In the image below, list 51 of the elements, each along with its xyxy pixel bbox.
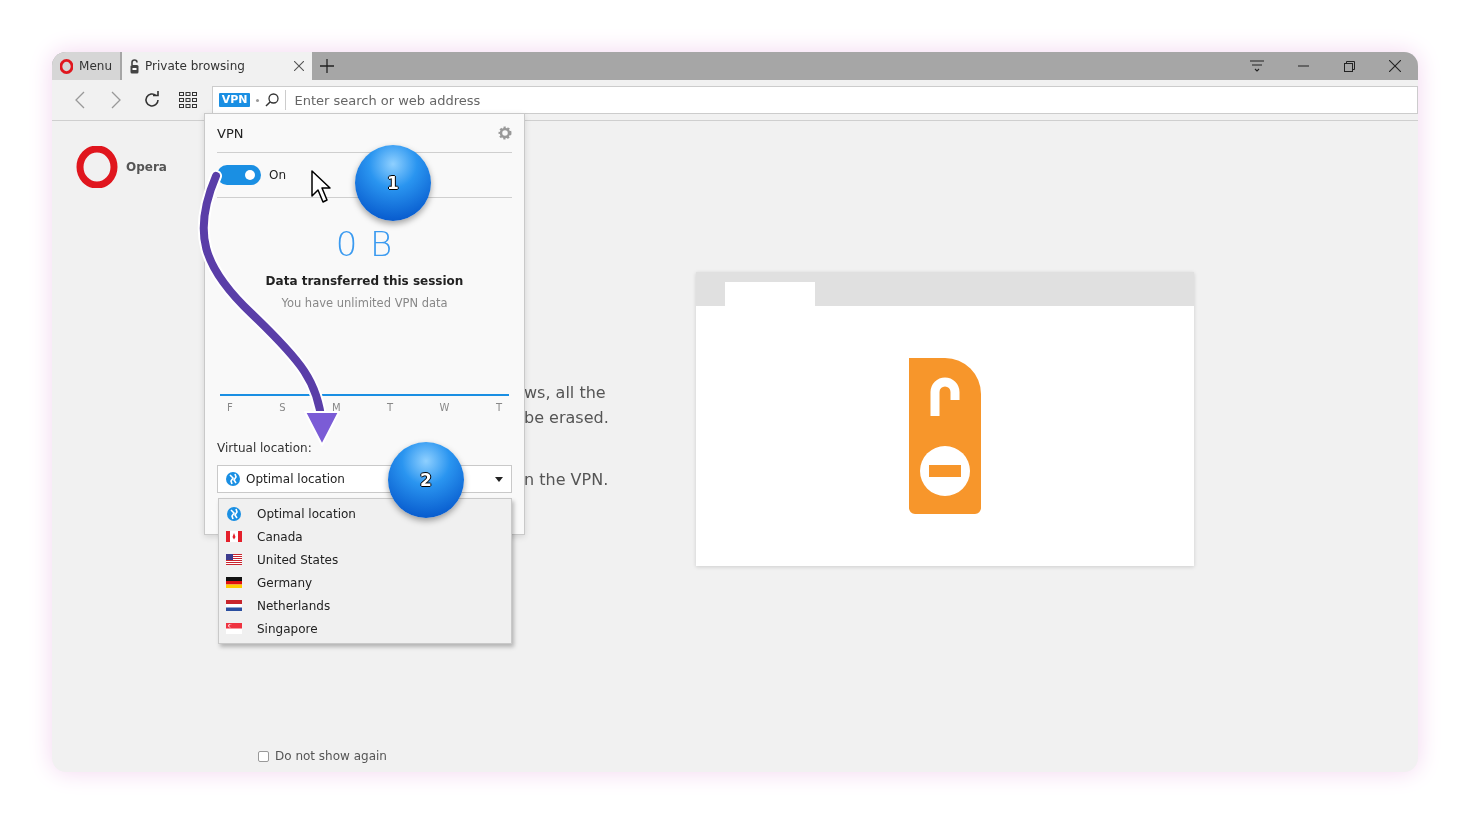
body-text: be erased. (524, 408, 609, 427)
settings-icon[interactable] (498, 126, 512, 140)
germany-flag-icon (226, 577, 242, 588)
day-label: T (387, 402, 394, 413)
usa-flag-icon (226, 554, 242, 565)
globe-icon (226, 472, 240, 486)
location-option[interactable]: United States (219, 548, 511, 571)
day-label: T (495, 402, 502, 413)
cursor-icon (311, 170, 331, 203)
popup-title: VPN (217, 125, 244, 141)
location-option[interactable]: Canada (219, 525, 511, 548)
back-icon (74, 91, 85, 109)
door-hanger-icon (909, 358, 981, 514)
logo-text: Opera (126, 160, 167, 174)
opera-logo-icon (60, 58, 74, 74)
location-option[interactable]: Germany (219, 571, 511, 594)
location-option[interactable]: Netherlands (219, 594, 511, 617)
day-label: W (439, 402, 450, 413)
lock-icon (130, 58, 139, 74)
day-label: F (227, 402, 233, 413)
forward-icon (110, 91, 121, 109)
reload-icon (142, 91, 161, 109)
caret-icon (495, 476, 503, 482)
checkbox-label: Do not show again (275, 749, 387, 763)
day-label: M (331, 402, 341, 413)
tab[interactable]: Private browsing (122, 52, 312, 80)
close-icon (1389, 60, 1401, 72)
tab[interactable]: Menu (52, 52, 120, 80)
toggle-label: On (269, 168, 287, 182)
opera-logo-icon (76, 146, 118, 188)
close-icon[interactable] (294, 61, 304, 71)
search-icon (265, 93, 280, 107)
plus-icon (320, 59, 334, 73)
menu-lines-icon (1250, 60, 1264, 72)
restore-icon (1343, 60, 1355, 72)
data-amount: 0 B (334, 224, 395, 264)
globe-icon (227, 506, 241, 521)
body-text: ws, all the (524, 383, 606, 402)
data-note: You have unlimited VPN data (280, 296, 449, 310)
location-option[interactable]: Singapore (219, 617, 511, 640)
minimize-icon (1297, 65, 1309, 67)
day-label: S (279, 402, 286, 413)
singapore-flag-icon (226, 623, 242, 634)
body-text: n the VPN. (524, 470, 609, 489)
netherlands-flag-icon (226, 600, 242, 611)
canada-flag-icon (226, 531, 242, 542)
data-caption: Data transferred this session (264, 274, 465, 288)
location-label: Virtual location: (217, 441, 313, 455)
checkbox[interactable] (258, 750, 269, 762)
vpn-toggle[interactable] (217, 165, 261, 185)
grid-icon (178, 92, 197, 108)
